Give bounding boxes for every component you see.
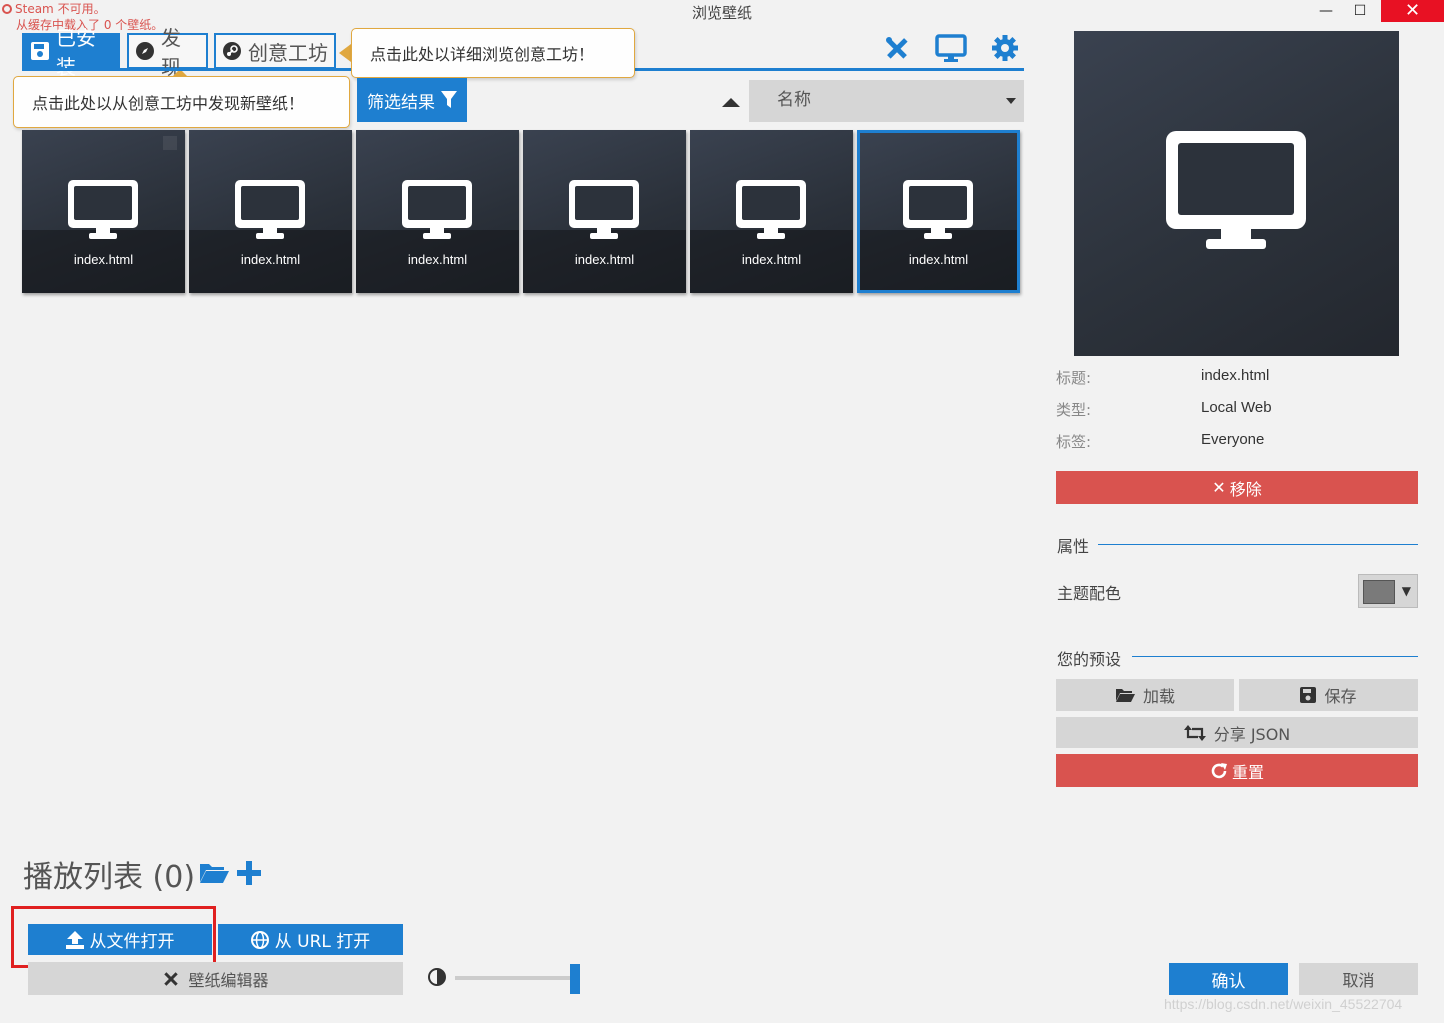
cancel-button[interactable]: 取消 bbox=[1299, 963, 1418, 995]
close-icon: ✕ bbox=[1212, 478, 1226, 497]
maximize-button[interactable]: ☐ bbox=[1343, 0, 1377, 22]
monitor-icon bbox=[736, 180, 806, 239]
monitor-icon bbox=[903, 180, 973, 239]
monitor-icon bbox=[1166, 131, 1306, 249]
checkbox[interactable] bbox=[163, 136, 177, 150]
title-value: index.html bbox=[1201, 367, 1270, 384]
filter-icon bbox=[441, 91, 457, 108]
tile-name: index.html bbox=[741, 252, 802, 267]
tab-workshop-label: 创意工坊 bbox=[248, 40, 328, 65]
wallpaper-tile[interactable]: index.html bbox=[22, 130, 185, 293]
sort-select[interactable]: 名称 bbox=[749, 80, 1024, 122]
chevron-down-icon: ▼ bbox=[1401, 584, 1411, 598]
editor-tools-icon[interactable] bbox=[882, 33, 912, 63]
discover-tooltip[interactable]: 点击此处以从创意工坊中发现新壁纸！ bbox=[13, 76, 350, 128]
tab-discover[interactable]: 发现 bbox=[127, 26, 208, 79]
watermark: https://blog.csdn.net/weixin_45522704 bbox=[1164, 996, 1403, 1012]
add-icon[interactable] bbox=[237, 861, 261, 889]
type-value: Local Web bbox=[1201, 399, 1272, 416]
editor-label: 壁纸编辑器 bbox=[188, 970, 269, 990]
monitor-icon bbox=[569, 180, 639, 239]
reset-button[interactable]: 重置 bbox=[1056, 754, 1418, 787]
confirm-label: 确认 bbox=[1211, 971, 1246, 992]
brightness-slider-track[interactable] bbox=[455, 976, 573, 980]
monitor-icon bbox=[235, 180, 305, 239]
tile-name: index.html bbox=[407, 252, 468, 267]
wallpaper-tile[interactable]: index.html bbox=[523, 130, 686, 293]
confirm-button[interactable]: 确认 bbox=[1169, 963, 1288, 995]
load-preset-button[interactable]: 加载 bbox=[1056, 679, 1234, 711]
wallpaper-preview bbox=[1074, 31, 1399, 356]
properties-divider bbox=[1098, 544, 1418, 545]
color-swatch bbox=[1363, 580, 1395, 604]
wallpaper-editor-button[interactable]: 壁纸编辑器 bbox=[28, 962, 403, 995]
presets-divider bbox=[1132, 656, 1418, 657]
minimize-button[interactable]: — bbox=[1309, 0, 1343, 22]
tab-workshop[interactable]: 创意工坊 bbox=[214, 33, 336, 69]
title-label: 标题: bbox=[1056, 369, 1092, 387]
share-json-button[interactable]: 分享 JSON bbox=[1056, 717, 1418, 748]
tile-name: index.html bbox=[908, 252, 969, 267]
monitor-icon bbox=[402, 180, 472, 239]
monitor-icon bbox=[68, 180, 138, 239]
brightness-icon bbox=[428, 968, 446, 990]
editor-tools-icon bbox=[164, 971, 179, 986]
tag-label: 标签: bbox=[1056, 433, 1092, 451]
theme-color-label: 主题配色 bbox=[1057, 584, 1122, 603]
refresh-icon bbox=[1211, 762, 1227, 778]
wallpaper-tile[interactable]: index.html bbox=[189, 130, 352, 293]
wallpaper-tile[interactable]: index.html bbox=[690, 130, 853, 293]
open-url-label: 从 URL 打开 bbox=[274, 932, 371, 952]
filter-button[interactable]: 筛选结果 bbox=[357, 78, 467, 122]
open-from-url-button[interactable]: 从 URL 打开 bbox=[218, 924, 403, 955]
compass-icon bbox=[135, 41, 155, 61]
sort-value: 名称 bbox=[777, 90, 811, 110]
wallpaper-tile[interactable]: index.html bbox=[356, 130, 519, 293]
share-label: 分享 JSON bbox=[1213, 724, 1291, 744]
cancel-label: 取消 bbox=[1342, 971, 1375, 990]
highlight-box bbox=[11, 906, 216, 968]
folder-open-icon bbox=[1115, 689, 1135, 702]
type-label: 类型: bbox=[1056, 401, 1092, 419]
remove-button[interactable]: ✕ 移除 bbox=[1056, 471, 1418, 504]
playlist-title: 播放列表 (0) bbox=[23, 860, 196, 895]
brightness-slider-thumb[interactable] bbox=[570, 964, 580, 994]
globe-icon bbox=[250, 930, 269, 949]
tile-name: index.html bbox=[73, 252, 134, 267]
filter-label: 筛选结果 bbox=[367, 92, 435, 113]
remove-label: 移除 bbox=[1229, 479, 1262, 499]
tab-installed-label: 已安装 bbox=[56, 26, 96, 79]
save-preset-button[interactable]: 保存 bbox=[1239, 679, 1418, 711]
window-title: 浏览壁纸 bbox=[691, 4, 752, 22]
sort-direction-button[interactable] bbox=[722, 98, 740, 107]
presets-heading: 您的预设 bbox=[1057, 650, 1122, 669]
tab-installed[interactable]: 已安装 bbox=[22, 26, 120, 79]
save-icon bbox=[1300, 687, 1317, 703]
steam-icon bbox=[222, 41, 242, 61]
wallpaper-tile[interactable]: index.html bbox=[857, 130, 1020, 293]
load-label: 加载 bbox=[1142, 687, 1175, 706]
tile-name: index.html bbox=[574, 252, 635, 267]
workshop-tooltip[interactable]: 点击此处以详细浏览创意工坊！ bbox=[351, 28, 635, 78]
save-label: 保存 bbox=[1324, 687, 1357, 706]
theme-color-picker[interactable]: ▼ bbox=[1358, 574, 1418, 608]
tile-name: index.html bbox=[240, 252, 301, 267]
properties-heading: 属性 bbox=[1057, 537, 1090, 556]
tooltip-arrow bbox=[339, 44, 351, 62]
close-button[interactable]: ✕ bbox=[1381, 0, 1444, 22]
retweet-icon bbox=[1183, 724, 1206, 741]
chevron-down-icon bbox=[1006, 98, 1016, 104]
monitor-icon[interactable] bbox=[935, 33, 967, 63]
gear-icon[interactable] bbox=[990, 33, 1020, 63]
tag-value: Everyone bbox=[1201, 431, 1265, 448]
save-icon bbox=[30, 41, 50, 61]
reset-label: 重置 bbox=[1231, 762, 1264, 782]
folder-open-icon[interactable] bbox=[199, 862, 229, 888]
